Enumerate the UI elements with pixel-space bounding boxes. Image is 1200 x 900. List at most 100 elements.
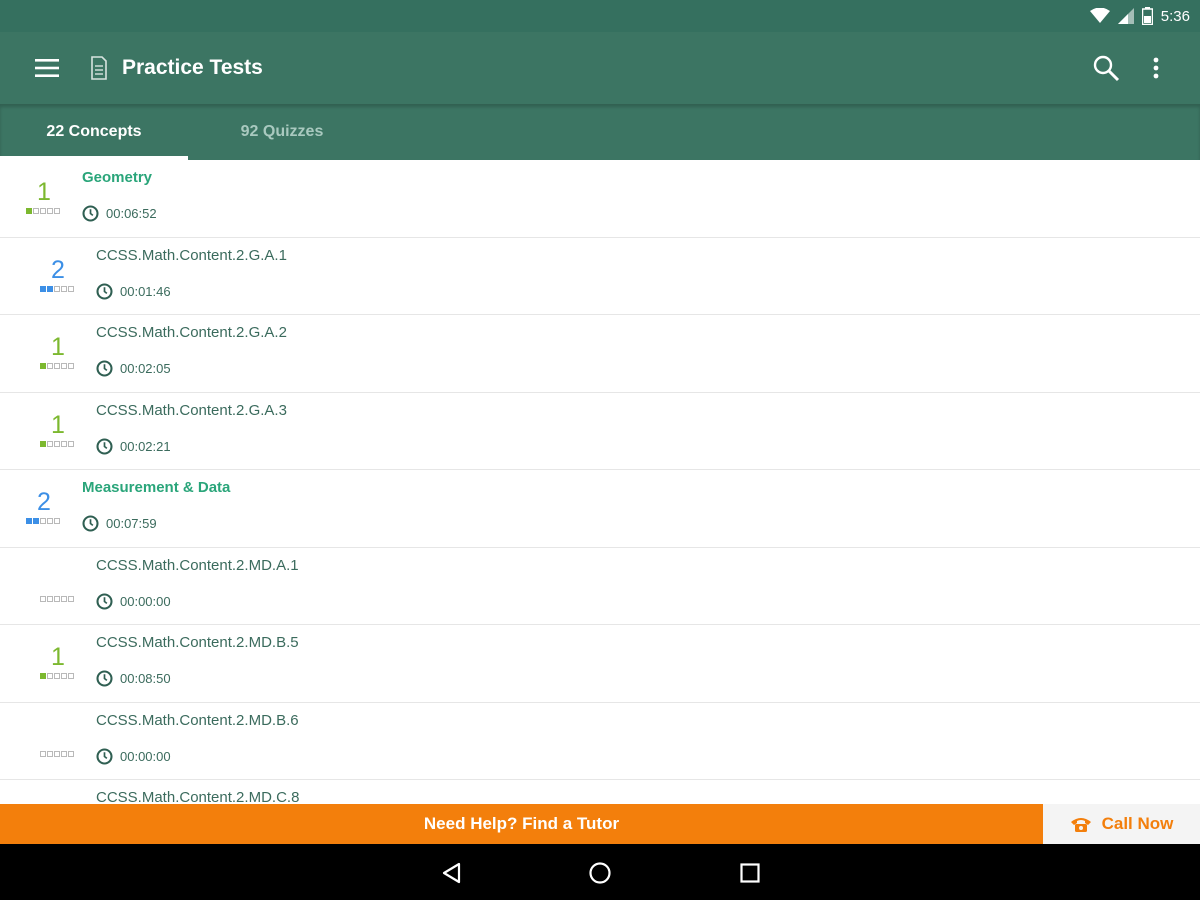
level-segment xyxy=(68,595,74,602)
concept-list: 1 Geometry 00:06:52 2 CCSS.Math.Content.2.G.… xyxy=(0,160,1200,804)
time-value: 00:02:21 xyxy=(120,438,171,454)
recents-button[interactable] xyxy=(735,858,765,888)
app-bar: Practice Tests xyxy=(0,32,1200,104)
level-badge xyxy=(38,566,78,606)
clock-icon xyxy=(96,360,113,377)
level-number: 1 xyxy=(37,178,51,206)
concept-row[interactable]: 1 CCSS.Math.Content.2.G.A.3 00:02:21 xyxy=(0,393,1200,470)
level-segment xyxy=(40,208,46,214)
level-segment xyxy=(47,595,53,602)
battery-icon xyxy=(1141,7,1153,25)
level-badge: 2 xyxy=(38,256,78,296)
level-segment xyxy=(40,750,46,757)
status-bar: 5:36 xyxy=(0,0,1200,32)
level-segment xyxy=(54,750,60,757)
level-segment xyxy=(26,208,32,214)
search-icon xyxy=(1093,55,1120,82)
level-segment xyxy=(40,518,46,524)
category-title: Measurement & Data xyxy=(82,479,231,496)
level-segment xyxy=(61,673,67,679)
concept-row[interactable]: CCSS.Math.Content.2.MD.B.6 00:00:00 xyxy=(0,703,1200,780)
level-segment xyxy=(61,285,67,292)
level-number: 1 xyxy=(51,410,65,439)
level-segment xyxy=(61,363,67,369)
back-button[interactable] xyxy=(436,858,466,888)
call-now-button[interactable]: Call Now xyxy=(1043,804,1200,844)
level-segment xyxy=(40,285,46,292)
level-segment xyxy=(54,518,60,524)
concept-title: CCSS.Math.Content.2.G.A.2 xyxy=(96,324,287,341)
system-nav-bar xyxy=(0,844,1200,900)
level-segment xyxy=(68,440,74,447)
screen: 5:36 Practice Tests 22 Concepts 92 Quizz… xyxy=(0,0,1200,900)
level-segment xyxy=(68,673,74,679)
time-value: 00:06:52 xyxy=(106,206,157,221)
banner-text: Need Help? Find a Tutor xyxy=(423,814,620,833)
level-badge: 1 xyxy=(38,333,78,373)
level-segment xyxy=(68,750,74,757)
concept-row[interactable]: CCSS.Math.Content.2.MD.A.1 00:00:00 xyxy=(0,548,1200,625)
level-segment xyxy=(47,208,53,214)
level-progress-bar xyxy=(40,285,76,292)
level-segment xyxy=(47,440,53,447)
concept-title: CCSS.Math.Content.2.MD.B.5 xyxy=(96,634,299,651)
level-segment xyxy=(54,673,60,679)
category-title: Geometry xyxy=(82,169,153,186)
level-number: 1 xyxy=(51,333,65,361)
home-icon xyxy=(589,862,611,884)
time-value: 00:07:59 xyxy=(106,516,157,531)
search-button[interactable] xyxy=(1088,50,1124,86)
clock-icon xyxy=(96,670,113,687)
tab-concepts[interactable]: 22 Concepts xyxy=(0,104,188,160)
menu-icon xyxy=(35,59,59,77)
time-value: 00:00:00 xyxy=(120,748,171,764)
cell-signal-icon xyxy=(1117,8,1134,24)
level-progress-bar xyxy=(40,595,76,602)
level-number: 2 xyxy=(37,488,51,516)
level-segment xyxy=(61,440,67,447)
level-segment xyxy=(68,285,74,292)
level-segment xyxy=(33,518,39,524)
elapsed-time: 00:01:46 xyxy=(96,282,171,300)
elapsed-time: 00:02:21 xyxy=(96,437,171,455)
home-button[interactable] xyxy=(585,858,615,888)
recents-icon xyxy=(740,863,760,883)
category-row[interactable]: 2 Measurement & Data 00:07:59 xyxy=(0,470,1200,548)
tab-quizzes[interactable]: 92 Quizzes xyxy=(188,104,376,160)
time-value: 00:01:46 xyxy=(120,283,171,299)
menu-button[interactable] xyxy=(30,54,64,82)
level-progress-bar xyxy=(26,518,62,524)
level-segment xyxy=(54,208,60,214)
concept-row[interactable]: 1 CCSS.Math.Content.2.MD.B.5 00:08:50 xyxy=(0,625,1200,703)
level-progress-bar xyxy=(40,440,76,447)
clock-icon xyxy=(96,747,113,765)
more-options-button[interactable] xyxy=(1142,50,1170,86)
concept-row[interactable]: 1 CCSS.Math.Content.2.G.A.2 00:02:05 xyxy=(0,315,1200,393)
level-number: 1 xyxy=(51,643,65,671)
level-segment xyxy=(33,208,39,214)
wifi-icon xyxy=(1089,8,1110,23)
level-segment xyxy=(47,285,53,292)
status-icons: 5:36 xyxy=(1089,6,1190,26)
concept-row[interactable]: 2 CCSS.Math.Content.2.G.A.1 00:01:46 xyxy=(0,238,1200,315)
find-tutor-banner[interactable]: Need Help? Find a Tutor xyxy=(0,804,1043,844)
clock-icon xyxy=(96,437,113,455)
clock-icon xyxy=(82,515,99,532)
call-now-label: Call Now xyxy=(1101,814,1174,833)
level-badge: 2 xyxy=(24,488,64,528)
level-progress-bar xyxy=(40,363,76,369)
level-segment xyxy=(40,673,46,679)
level-segment xyxy=(47,750,53,757)
concept-title: CCSS.Math.Content.2.MD.A.1 xyxy=(96,556,299,574)
elapsed-time: 00:08:50 xyxy=(96,670,171,687)
level-badge: 1 xyxy=(24,178,64,218)
level-segment xyxy=(40,595,46,602)
clock-icon xyxy=(96,592,113,610)
level-segment xyxy=(54,363,60,369)
concept-title: CCSS.Math.Content.2.G.A.1 xyxy=(96,246,287,264)
level-segment xyxy=(47,363,53,369)
status-time: 5:36 xyxy=(1160,7,1190,25)
category-row[interactable]: 1 Geometry 00:06:52 xyxy=(0,160,1200,238)
concept-row[interactable]: CCSS.Math.Content.2.MD.C.8 xyxy=(0,780,1200,804)
level-segment xyxy=(68,363,74,369)
